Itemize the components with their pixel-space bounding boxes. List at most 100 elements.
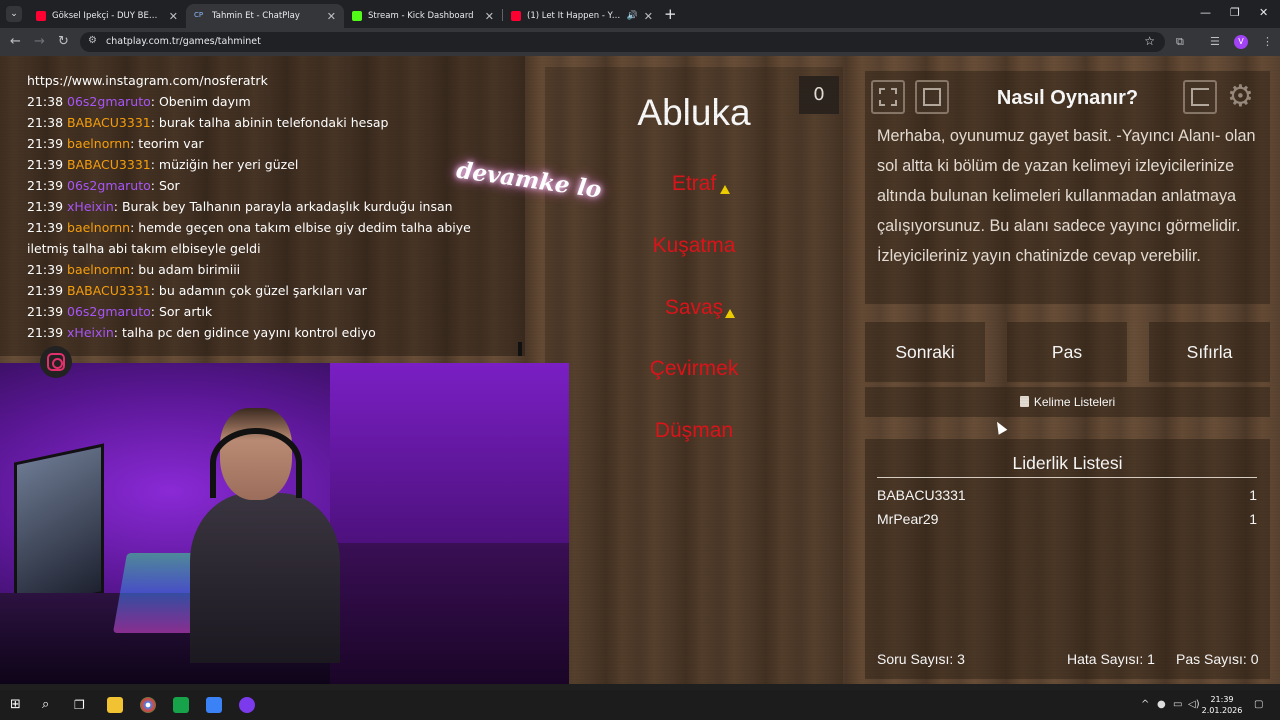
youtube-icon [36, 11, 46, 21]
restore-icon[interactable]: ❐ [1230, 6, 1240, 19]
player-score: 1 [1249, 487, 1257, 503]
forward-icon[interactable]: → [34, 34, 45, 49]
obs-icon[interactable] [239, 697, 255, 713]
leaderboard-title: Liderlik Listesi [1012, 453, 1123, 473]
extensions-icon[interactable]: ⧉ [1176, 35, 1184, 49]
chrome-icon[interactable] [140, 697, 156, 713]
tab-kick-dashboard[interactable]: Stream - Kick Dashboard ✕ [344, 4, 502, 28]
tab-tahmin-et[interactable]: CP Tahmin Et - ChatPlay ✕ [186, 4, 344, 28]
chat-username[interactable]: BABACU3331 [67, 157, 151, 172]
chat-first-line: https://www.instagram.com/nosferatrk [27, 73, 268, 88]
chat-overlay: https://www.instagram.com/nosferatrk 21:… [0, 56, 525, 356]
file-explorer-icon[interactable] [107, 697, 123, 713]
pass-button[interactable]: Pas [1007, 322, 1127, 382]
chat-username[interactable]: baelnornn [67, 262, 130, 277]
leaderboard-row: BABACU3331 1 [877, 487, 1257, 503]
network-icon[interactable]: ▭ [1173, 699, 1182, 710]
tab-search-button[interactable]: ⌄ [6, 6, 22, 22]
app-icon[interactable] [206, 697, 222, 713]
url-text: chatplay.com.tr/games/tahminet [106, 36, 261, 47]
chat-username[interactable]: baelnornn [67, 220, 130, 235]
tab-label: Göksel İpekçi - DUY BENİ (Offic [52, 11, 163, 21]
chat-username[interactable]: 06s2gmaruto [67, 304, 151, 319]
chat-text: : burak talha abinin telefondaki hesap [150, 115, 389, 130]
volume-icon[interactable]: ◁) [1188, 699, 1200, 710]
word-card: 0 Abluka Etraf Kuşatma Savaş Çevirmek Dü… [545, 67, 843, 684]
notifications-icon[interactable]: ▢ [1254, 699, 1263, 710]
task-view-icon[interactable]: ❐ [74, 697, 90, 713]
menu-icon[interactable]: ⋮ [1262, 35, 1273, 48]
chat-username[interactable]: xHeixin [67, 325, 114, 340]
close-icon[interactable]: ✕ [485, 10, 494, 23]
tab-label: Stream - Kick Dashboard [368, 11, 474, 21]
chat-username[interactable]: xHeixin [67, 199, 114, 214]
player-score: 1 [1249, 511, 1257, 527]
forbidden-word: Çevirmek [649, 357, 739, 380]
system-clock[interactable]: 21:39 2.01.2026 [1200, 694, 1244, 716]
chat-text: : müziğin her yeri güzel [150, 157, 299, 172]
address-bar[interactable]: ⚙ chatplay.com.tr/games/tahminet ☆ [80, 32, 1165, 52]
question-count: Soru Sayısı: 3 [877, 651, 965, 667]
warning-icon [720, 185, 730, 194]
media-control-icon[interactable]: ☰ [1210, 35, 1220, 48]
chat-timestamp: 21:39 [27, 199, 64, 214]
chat-message: 21:39 06s2gmaruto: Sor artık [27, 301, 497, 322]
reset-button[interactable]: Sıfırla [1149, 322, 1270, 382]
word-lists-button[interactable]: Kelime Listeleri [865, 387, 1270, 417]
forbidden-word: Kuşatma [652, 234, 736, 257]
close-icon[interactable]: ✕ [644, 10, 653, 23]
app-icon[interactable] [173, 697, 189, 713]
search-icon[interactable]: ⌕ [42, 697, 58, 713]
chat-message: 21:38 06s2gmaruto: Obenim dayım [27, 91, 497, 112]
target-word: Abluka [637, 92, 751, 133]
back-icon[interactable]: ← [10, 34, 21, 49]
mouse-cursor [992, 419, 1008, 435]
toolbar: ← → ↻ ⚙ chatplay.com.tr/games/tahminet ☆… [0, 28, 1280, 56]
windows-start-icon[interactable]: ⊞ [10, 697, 26, 713]
how-to-play-text: Merhaba, oyunumuz gayet basit. -Yayıncı … [877, 127, 1256, 265]
chat-username[interactable]: 06s2gmaruto [67, 94, 151, 109]
chat-timestamp: 21:39 [27, 262, 64, 277]
warning-icon [725, 309, 735, 318]
gear-icon[interactable]: ⚙ [1227, 80, 1254, 114]
next-button[interactable]: Sonraki [865, 322, 985, 382]
word-lists-label: Kelime Listeleri [1033, 395, 1116, 409]
chat-timestamp: 21:39 [27, 157, 64, 172]
pass-count: Pas Sayısı: 0 [1176, 651, 1259, 667]
chat-text: : Obenim dayım [150, 94, 251, 109]
chat-message: 21:39 BABACU3331: bu adamın çok güzel şa… [27, 280, 497, 301]
new-tab-button[interactable]: + [664, 5, 677, 23]
chevron-up-icon[interactable]: ^ [1141, 699, 1149, 710]
site-info-icon[interactable]: ⚙ [88, 35, 97, 46]
chat-timestamp: 21:38 [27, 115, 64, 130]
microphone-icon[interactable]: ● [1157, 699, 1166, 710]
chat-username[interactable]: baelnornn [67, 136, 130, 151]
chat-text: : bu adamın çok güzel şarkıları var [150, 283, 367, 298]
chat-timestamp: 21:39 [27, 220, 64, 235]
kick-icon [352, 11, 362, 21]
taskbar: ⊞ ⌕ ❐ ^ ● ▭ ◁) 21:39 2.01.2026 ▢ [0, 690, 1280, 720]
chat-username[interactable]: BABACU3331 [67, 283, 151, 298]
chat-message: 21:39 baelnornn: hemde geçen ona takım e… [27, 217, 497, 259]
tab-label: (1) Let It Happen - YouTube [527, 11, 623, 21]
chat-username[interactable]: BABACU3331 [67, 115, 151, 130]
profile-avatar[interactable]: V [1234, 35, 1248, 49]
reload-icon[interactable]: ↻ [58, 34, 69, 49]
chat-messages: 21:38 06s2gmaruto: Obenim dayım 21:38 BAB… [27, 91, 525, 343]
clipboard-icon [1019, 396, 1029, 407]
chat-message: 21:39 xHeixin: Burak bey Talhanın parayl… [27, 196, 497, 217]
tab-strip: ⌄ Göksel İpekçi - DUY BENİ (Offic ✕ CP T… [0, 0, 1280, 28]
close-icon[interactable]: ✕ [327, 10, 336, 23]
minimize-icon[interactable]: — [1200, 6, 1211, 19]
chat-timestamp: 21:39 [27, 178, 64, 193]
close-window-icon[interactable]: ✕ [1259, 6, 1268, 19]
chat-message: 21:39 xHeixin: talha pc den gidince yayı… [27, 322, 497, 343]
game-page: https://www.instagram.com/nosferatrk 21:… [0, 56, 1280, 684]
tab-youtube-duy-beni[interactable]: Göksel İpekçi - DUY BENİ (Offic ✕ [28, 4, 186, 28]
chat-username[interactable]: 06s2gmaruto [67, 178, 151, 193]
speaker-icon[interactable]: 🔊 [627, 11, 638, 21]
bookmark-star-icon[interactable]: ☆ [1144, 34, 1155, 48]
close-icon[interactable]: ✕ [169, 10, 178, 23]
tab-let-it-happen[interactable]: (1) Let It Happen - YouTube 🔊 ✕ [503, 4, 661, 28]
exit-icon[interactable] [1183, 80, 1217, 114]
